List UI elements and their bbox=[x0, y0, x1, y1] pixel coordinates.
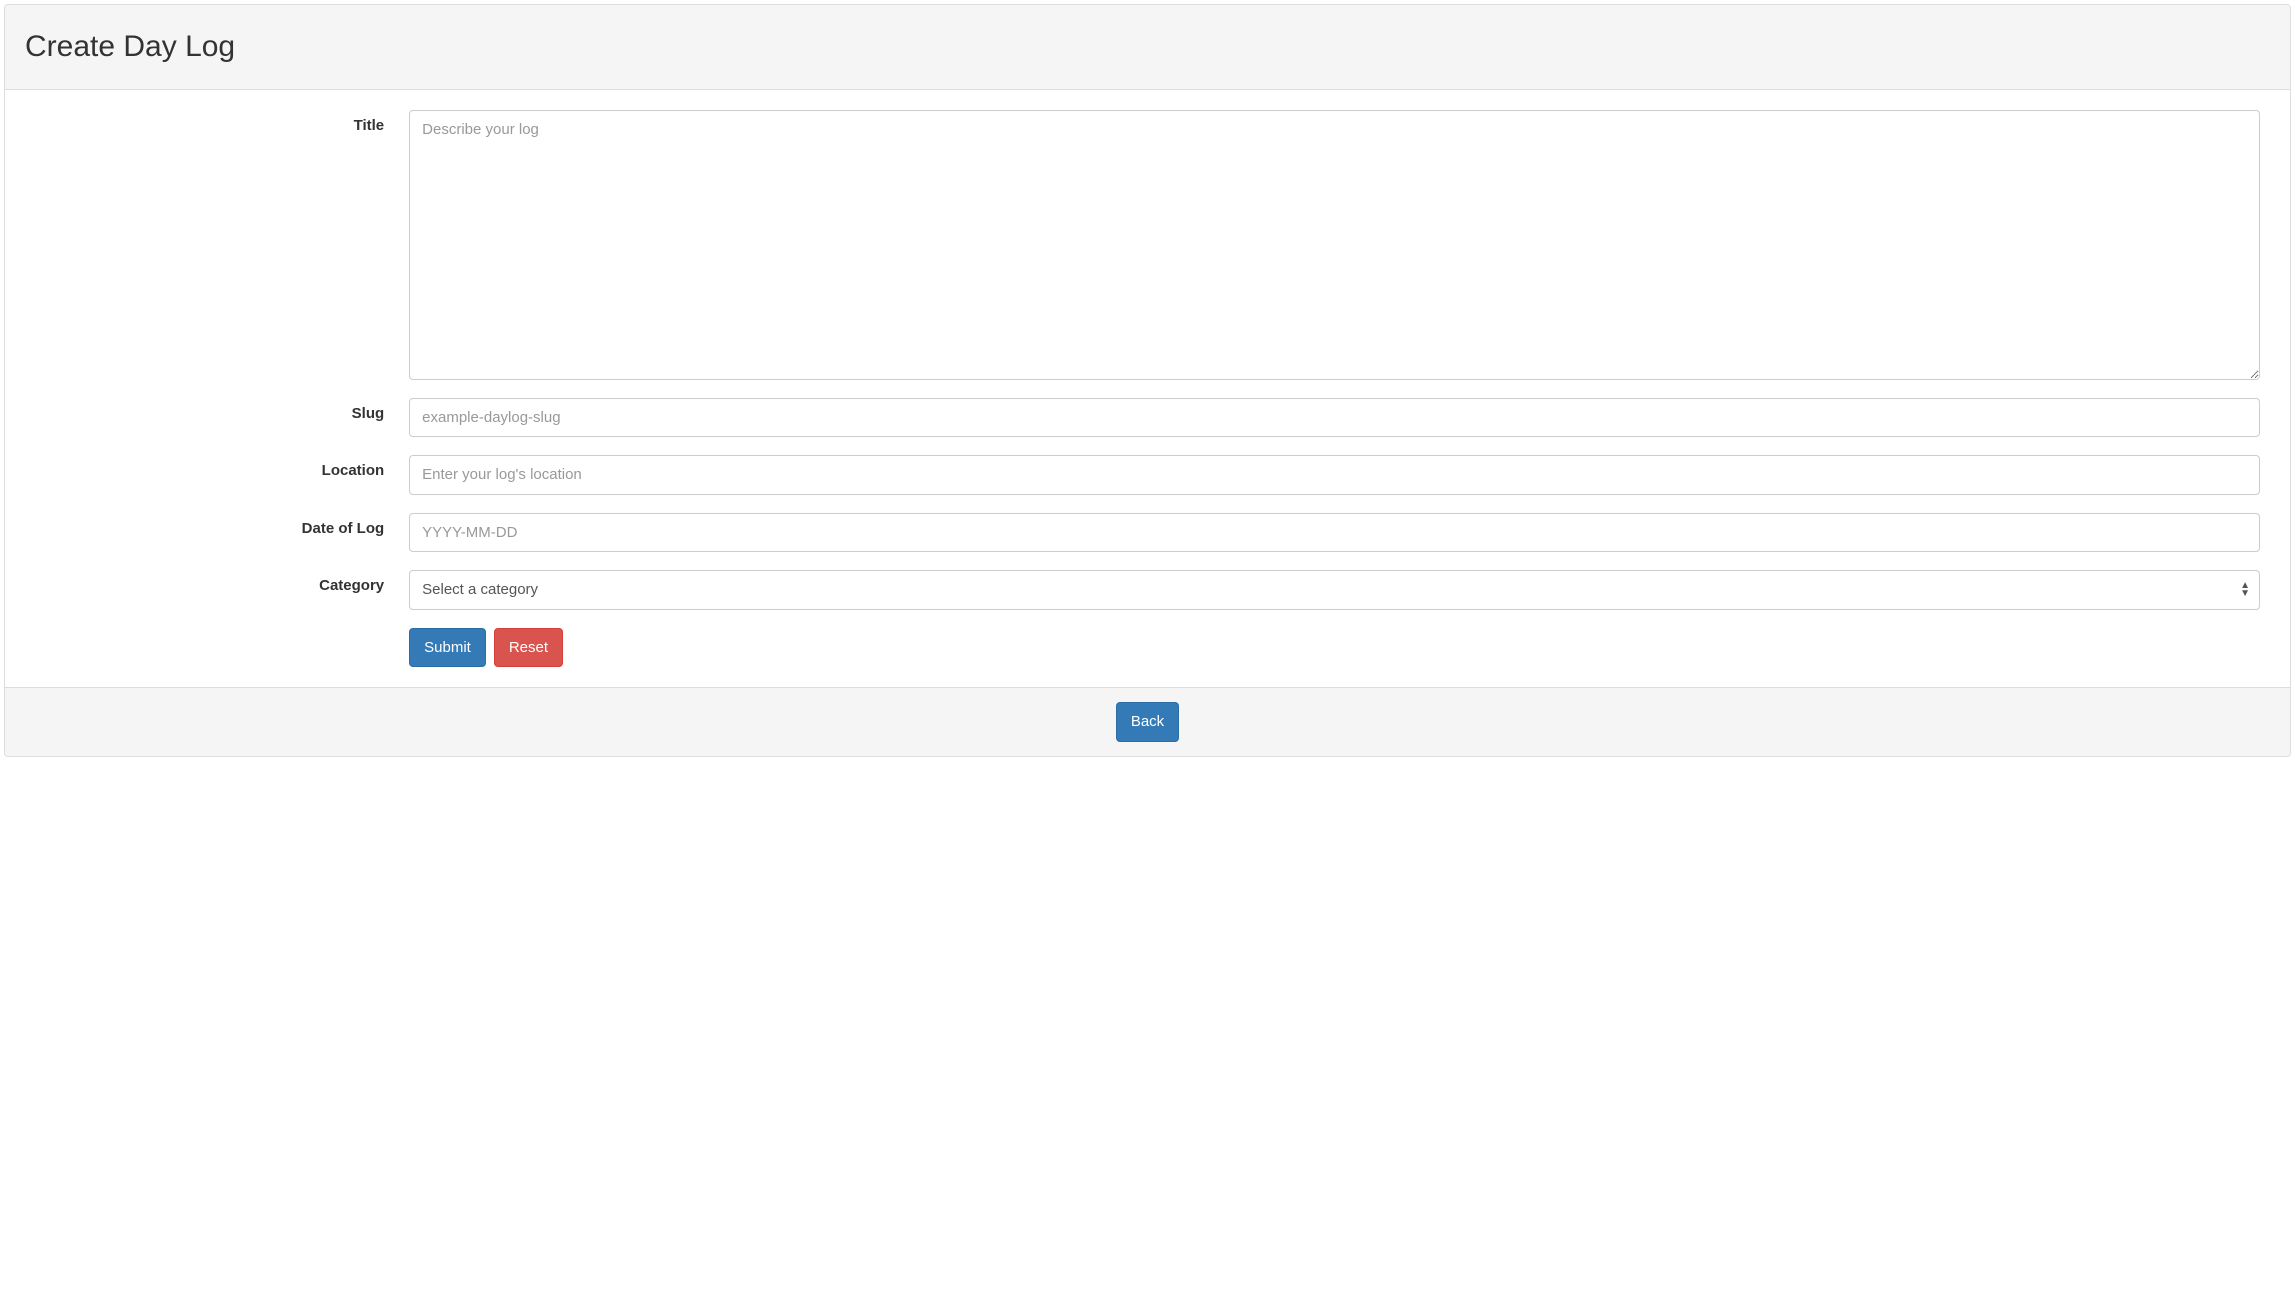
slug-input[interactable] bbox=[409, 398, 2260, 437]
form-actions: Submit Reset bbox=[409, 628, 563, 667]
category-select[interactable]: Select a category bbox=[409, 570, 2260, 609]
title-label: Title bbox=[25, 110, 399, 380]
back-button[interactable]: Back bbox=[1116, 702, 1179, 741]
reset-button[interactable]: Reset bbox=[494, 628, 563, 667]
slug-label: Slug bbox=[25, 398, 399, 437]
form-group-location: Location bbox=[25, 455, 2270, 494]
create-daylog-panel: Create Day Log Title Slug Location bbox=[4, 4, 2291, 757]
form-group-slug: Slug bbox=[25, 398, 2270, 437]
location-label: Location bbox=[25, 455, 399, 494]
form-group-category: Category Select a category ▲▼ bbox=[25, 570, 2270, 609]
location-input[interactable] bbox=[409, 455, 2260, 494]
title-textarea[interactable] bbox=[409, 110, 2260, 380]
daylog-form: Title Slug Location Date of Log bbox=[25, 110, 2270, 667]
panel-heading: Create Day Log bbox=[5, 5, 2290, 90]
date-input[interactable] bbox=[409, 513, 2260, 552]
date-label: Date of Log bbox=[25, 513, 399, 552]
form-group-date: Date of Log bbox=[25, 513, 2270, 552]
category-label: Category bbox=[25, 570, 399, 609]
page-title: Create Day Log bbox=[25, 30, 2270, 64]
panel-body: Title Slug Location Date of Log bbox=[5, 90, 2290, 687]
form-actions-row: Submit Reset bbox=[25, 628, 2270, 667]
panel-footer: Back bbox=[5, 687, 2290, 755]
form-group-title: Title bbox=[25, 110, 2270, 380]
submit-button[interactable]: Submit bbox=[409, 628, 486, 667]
